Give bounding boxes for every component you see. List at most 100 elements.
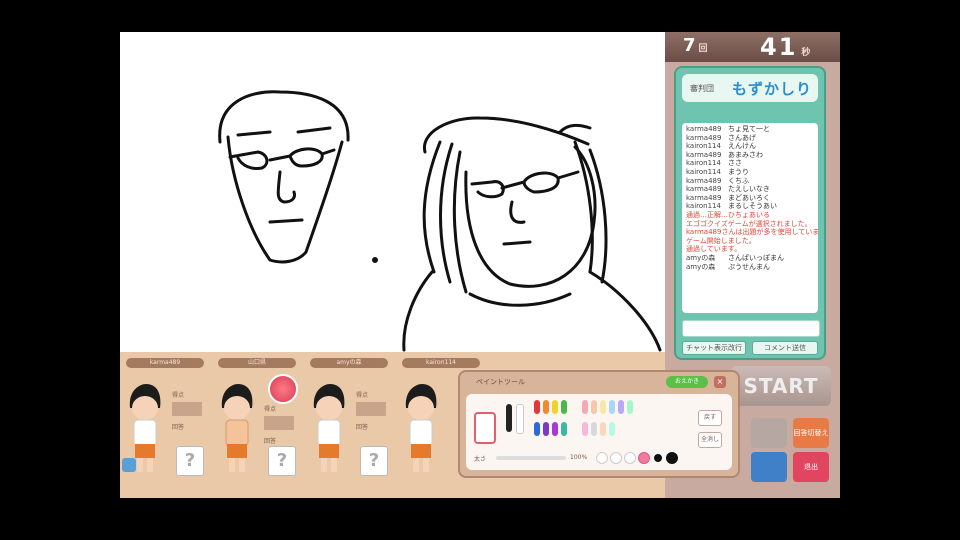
chat-line: karma489 たえしいなき — [686, 185, 770, 194]
color-swatch-violet[interactable] — [552, 422, 558, 436]
brush-size-option[interactable] — [666, 452, 678, 464]
player-name: amyの森 — [310, 358, 388, 368]
answer-box: ? — [268, 446, 296, 476]
drawer-pencil-icon — [268, 374, 298, 404]
status-bar: 7回 41 秒 — [665, 32, 840, 62]
answer-box: ? — [176, 446, 204, 476]
stroke-right-hair-l1 — [422, 140, 442, 274]
color-swatch-teal[interactable] — [561, 422, 567, 436]
stroke-right-mouth — [502, 240, 532, 246]
comment-send-button[interactable]: コメント送信 — [752, 341, 818, 355]
clear-button[interactable]: 全消し — [698, 432, 722, 448]
player-info: 得点 回答 — [264, 404, 296, 445]
color-swatch-yellow[interactable] — [552, 400, 558, 414]
stroke-right-face — [464, 145, 597, 288]
side-button-3[interactable] — [751, 452, 787, 482]
countdown-timer: 41 秒 — [760, 33, 811, 61]
stroke-right-hair-l2 — [439, 142, 454, 284]
round-counter: 7回 — [683, 35, 708, 56]
color-swatch-aqua[interactable] — [609, 422, 615, 436]
brush-size-value: 100% — [570, 454, 588, 461]
undo-button[interactable]: 戻す — [698, 410, 722, 426]
oekaki-badge: おえかき — [666, 376, 708, 388]
player-name: kairon114 — [402, 358, 480, 368]
color-swatch-lavender[interactable] — [618, 400, 624, 414]
exit-button[interactable]: 退出 — [793, 452, 829, 482]
home-icon[interactable] — [122, 458, 136, 472]
player-info: 得点 回答 — [172, 390, 204, 431]
stroke-right-nose — [509, 200, 526, 224]
stroke-right-hair-l3 — [452, 150, 468, 294]
chat-header-label: 審判団 — [690, 84, 714, 93]
color-swatch-orange[interactable] — [543, 400, 549, 414]
player-avatar — [405, 384, 437, 472]
answer-box: ? — [360, 446, 388, 476]
stroke-left-mouth — [268, 218, 304, 224]
color-swatch-white[interactable] — [516, 404, 524, 434]
brush-size-option-selected[interactable] — [638, 452, 650, 464]
side-button-1[interactable] — [751, 418, 787, 448]
chat-history-button[interactable]: チャット表示改行 — [682, 341, 746, 355]
answer-toggle-button[interactable]: 回答切替え — [793, 418, 829, 448]
brush-size-label: 太さ — [474, 456, 487, 463]
chat-line: karma489 ちょ見て一と — [686, 125, 770, 133]
player-avatar — [221, 384, 253, 472]
player-name: karma489 — [126, 358, 204, 368]
chat-input[interactable] — [682, 320, 820, 337]
chat-line: karma489 あまみさわ — [686, 150, 763, 159]
color-swatch-gray[interactable] — [591, 422, 597, 436]
close-icon[interactable]: × — [714, 376, 726, 388]
color-swatch-cream[interactable] — [600, 400, 606, 414]
stroke-left-glasses — [228, 147, 336, 170]
color-swatch-lightblue[interactable] — [609, 400, 615, 414]
player-slot-1: karma489 得点 回答 ? — [120, 352, 208, 498]
game-logo: もずかしり — [732, 80, 813, 98]
player-slot-3: amyの森 得点 回答 ? — [304, 352, 392, 498]
player-name: 山口県 — [218, 358, 296, 368]
brush-size-option[interactable] — [624, 452, 636, 464]
player-info: 得点 回答 — [356, 390, 388, 431]
chat-line: 通過…正解…ひちょあいる — [686, 210, 770, 219]
paint-tool-title: ペイントツール — [476, 378, 525, 386]
color-swatch-pink[interactable] — [582, 400, 588, 414]
paint-tool-body: 戻す 全消し 太さ 100% — [466, 394, 732, 470]
color-swatch-purple[interactable] — [543, 422, 549, 436]
stroke-right-body — [402, 270, 662, 352]
stroke-right-glasses — [470, 170, 580, 199]
eraser-icon[interactable] — [474, 412, 496, 444]
chat-line: karma489 まどあいろく — [686, 193, 770, 202]
color-swatch-peach[interactable] — [591, 400, 597, 414]
start-button[interactable]: START — [731, 366, 831, 406]
chat-line: karma489 さんあげ — [686, 133, 756, 142]
brush-size-option[interactable] — [654, 454, 662, 462]
brush-size-option[interactable] — [596, 452, 608, 464]
chat-line: karma489 くちふ — [686, 176, 749, 185]
chat-line: kairon114 ささ — [686, 159, 742, 168]
color-swatch-sand[interactable] — [600, 422, 606, 436]
chat-line: amyの森 さんぱいっぽまん — [686, 253, 784, 262]
stroke-left-brow-l — [236, 130, 272, 137]
color-swatch-red[interactable] — [534, 400, 540, 414]
player-slot-2: 山口県 得点 回答 ? — [212, 352, 300, 498]
drawing-strokes — [218, 90, 662, 352]
chat-line: karma489さんは出題が多を使用しています。 — [686, 228, 818, 237]
chat-line: kairon114 まうり — [686, 167, 749, 176]
paint-tool-panel: ペイントツール おえかき × 戻す 全消し 太さ 100% — [458, 370, 740, 478]
color-swatch-mint[interactable] — [627, 400, 633, 414]
chat-line: エゴゴクイズゲームが選択されました。 — [686, 219, 812, 228]
chat-panel: 審判団 もずかしり karma489 ちょ見て一と karma489 さんあげ kair… — [674, 66, 826, 360]
color-swatch-black[interactable] — [506, 404, 512, 432]
stroke-right-hair — [423, 116, 592, 154]
brush-size-option[interactable] — [610, 452, 622, 464]
chat-line: 通過しています。 — [686, 245, 742, 254]
chat-log[interactable]: karma489 ちょ見て一と karma489 さんあげ kairon114 えんけん k… — [682, 123, 818, 313]
color-swatch-rose[interactable] — [582, 422, 588, 436]
drawing-canvas[interactable] — [120, 32, 665, 352]
color-swatch-green[interactable] — [561, 400, 567, 414]
brush-size-slider[interactable] — [496, 456, 566, 460]
chat-line: kairon114 まるしそうあい — [686, 202, 777, 211]
game-window: 7回 41 秒 審判団 もずかしり karma489 ちょ見て一と karma489 さ… — [120, 32, 840, 498]
player-avatar — [313, 384, 345, 472]
color-swatch-blue[interactable] — [534, 422, 540, 436]
chat-line: amyの森 ぷうせんまん — [686, 262, 770, 271]
